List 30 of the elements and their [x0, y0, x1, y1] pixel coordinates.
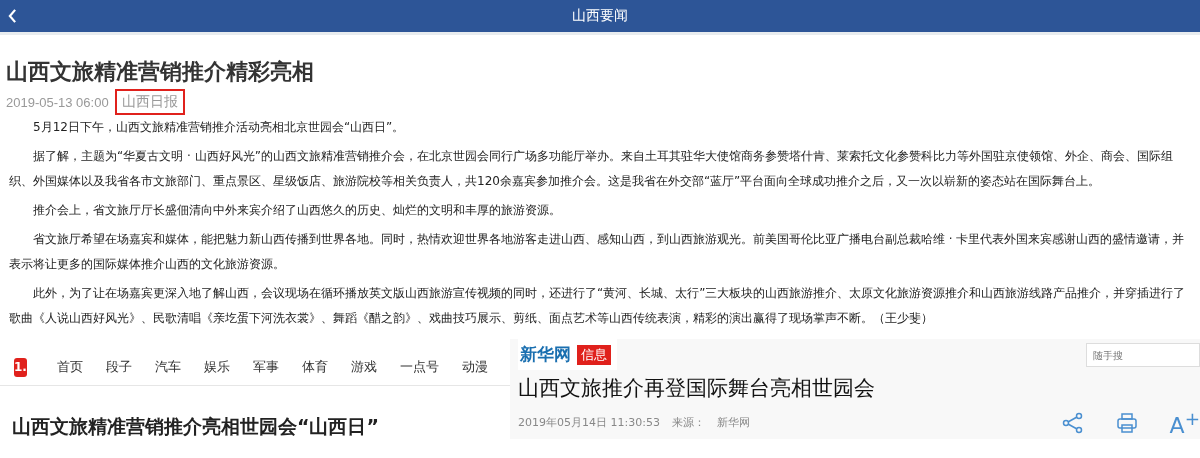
article-title: 山西文旅精准营销推介精彩亮相 — [6, 58, 315, 86]
site-logo[interactable]: 新华网 — [520, 343, 571, 366]
article-source: 山西日报 — [114, 89, 185, 115]
channel-tag: 信息 — [577, 344, 611, 365]
news-source: 新华网 — [716, 415, 750, 431]
news-headline: 山西文旅精准营销推介亮相世园会“山西日” — [11, 414, 380, 439]
article-paragraph: 5月12日下午，山西文旅精准营销推介活动亮相北京世园会“山西日”。 — [32, 119, 406, 136]
article-paragraph: 据了解，主题为“华夏古文明 · 山西好风光”的山西文旅精准营销推介会，在北京世园会同行广场多功能厅举办。来自土耳其驻华大使馆商务参赞塔什肯、莱索托文化参赞科比力等外国驻京使领馆、外企、商会、国际组织、外国媒体以及我省各市文旅部门、重点景区、星级饭店、旅游院校等相关负责人，共120余嘉宾参加推介会。这是我省在外交部“蓝厅”平台面向全球成功推介之后，又一次以崭新的姿态站在国际舞台上。 — [8, 148, 1174, 190]
article-paragraph: 省文旅厅希望在场嘉宾和媒体，能把魅力新山西传播到世界各地。同时，热情欢迎世界各地游客走进山西、感知山西，到山西旅游观光。前美国哥伦比亚广播电台副总裁哈维 · 卡里代表外国来宾感谢山西的盛情邀请，并表示将让更多的国际媒体推介山西的文化旅游资源。 — [8, 231, 1186, 273]
page-title: 山西要闻 — [572, 7, 628, 25]
nav-link[interactable]: 首页 — [56, 358, 83, 376]
site-logo[interactable]: 1. — [14, 357, 27, 377]
search-field[interactable]: 随手搜 — [1086, 343, 1200, 367]
nav-link[interactable]: 汽车 — [154, 358, 181, 376]
nav-link[interactable]: 动漫 — [461, 358, 488, 376]
back-icon[interactable] — [8, 9, 17, 23]
news-date: 2019年05月14日 11:30:53 — [518, 415, 660, 431]
share-icon[interactable] — [1061, 411, 1084, 434]
nav-link[interactable]: 段子 — [105, 358, 132, 376]
news-headline: 山西文旅推介再登国际舞台亮相世园会 — [517, 375, 876, 402]
article-date: 2019-05-13 06:00 — [6, 94, 109, 110]
article-paragraph: 推介会上，省文旅厅厅长盛佃清向中外来宾介绍了山西悠久的历史、灿烂的文明和丰厚的旅游资源。 — [32, 202, 562, 219]
nav-link[interactable]: 一点号 — [399, 358, 439, 376]
nav-link[interactable]: 游戏 — [350, 358, 377, 376]
source-label: 来源： — [671, 415, 705, 431]
print-icon[interactable] — [1115, 411, 1138, 434]
nav-link[interactable]: 体育 — [301, 358, 328, 376]
nav-link[interactable]: 军事 — [252, 358, 279, 376]
article-paragraph: 此外，为了让在场嘉宾更深入地了解山西，会议现场在循环播放英文版山西旅游宣传视频的同时，还进行了“黄河、长城、太行”三大板块的山西旅游推介、太原文化旅游资源推介和山西旅游线路产品推介，并穿插进行了歌曲《人说山西好风光》、民歌清唱《亲圪蛋下河洗衣裳》、舞蹈《醋之韵》、戏曲技巧展示、剪纸、面点艺术等山西传统表演，精彩的演出赢得了现场掌声不断。（王少斐） — [8, 285, 1187, 327]
nav-link[interactable]: 娱乐 — [203, 358, 230, 376]
